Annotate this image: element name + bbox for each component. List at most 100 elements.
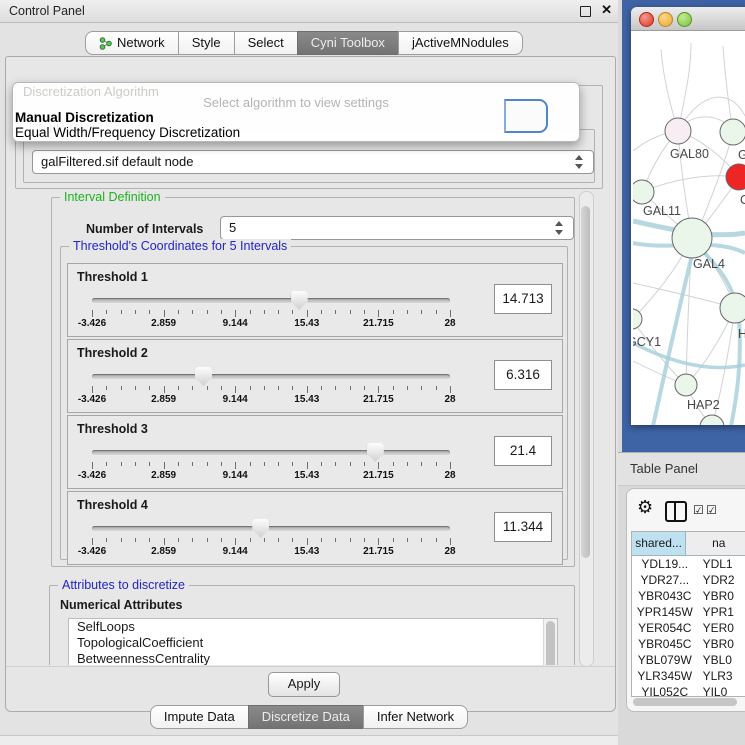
- threshold-value-field[interactable]: 21.4: [494, 436, 552, 466]
- table-header-row: shared... na: [632, 532, 745, 556]
- slider-track[interactable]: [92, 450, 450, 455]
- network-node[interactable]: [675, 374, 697, 396]
- slider-thumb[interactable]: [291, 291, 308, 310]
- network-window-titlebar[interactable]: [631, 7, 745, 31]
- slider-tick: [149, 538, 150, 542]
- threshold-value-field[interactable]: 14.713: [494, 284, 552, 314]
- slider-thumb[interactable]: [367, 443, 384, 462]
- attribute-item[interactable]: TopologicalCoefficient: [69, 635, 557, 651]
- cell-name: YPR1: [699, 604, 745, 620]
- close-panel-button[interactable]: ✕: [601, 2, 612, 18]
- network-node[interactable]: [720, 119, 745, 145]
- threshold-value-field[interactable]: 6.316: [494, 360, 552, 390]
- tab-label: Discretize Data: [262, 706, 350, 728]
- network-node[interactable]: [633, 309, 642, 329]
- network-node[interactable]: [726, 164, 745, 190]
- float-window-button[interactable]: [580, 6, 591, 17]
- checked-box-icon[interactable]: ☑: [706, 503, 717, 517]
- slider-tick: [393, 462, 394, 466]
- number-of-intervals-spinner[interactable]: 5: [220, 216, 574, 240]
- gear-icon[interactable]: ⚙: [637, 497, 653, 518]
- threshold-slider[interactable]: -3.4262.8599.14415.4321.71528: [92, 522, 450, 556]
- tab-network[interactable]: Network: [85, 31, 179, 55]
- tab-impute-data[interactable]: Impute Data: [150, 705, 249, 729]
- slider-tick: [192, 386, 193, 390]
- slider-tick: [407, 462, 408, 466]
- slider-track[interactable]: [92, 298, 450, 303]
- split-columns-icon[interactable]: [665, 501, 687, 522]
- cell-shared-name: YIL052C: [632, 684, 699, 697]
- slider-tick: [450, 310, 451, 317]
- slider-tick: [250, 538, 251, 542]
- threshold-value-field[interactable]: 11.344: [494, 512, 552, 542]
- table-row[interactable]: YBR045CYBR0: [632, 636, 745, 652]
- table-row[interactable]: YER054CYER0: [632, 620, 745, 636]
- table-row[interactable]: YDL19...YDL1: [632, 556, 745, 572]
- network-edge[interactable]: [633, 321, 686, 385]
- tab-jactivemnodules[interactable]: jActiveMNodules: [398, 31, 523, 55]
- table-data-combobox[interactable]: galFiltered.sif default node: [32, 150, 594, 174]
- table-row[interactable]: YLR345WYLR3: [632, 668, 745, 684]
- slider-tick: [92, 462, 93, 469]
- algorithm-option-equal-width[interactable]: Equal Width/Frequency Discretization: [15, 125, 240, 140]
- table-row[interactable]: YIL052CYIL0: [632, 684, 745, 697]
- slider-track[interactable]: [92, 526, 450, 531]
- threshold-label: Threshold 4: [77, 498, 148, 512]
- column-header-shared-name[interactable]: shared...: [632, 532, 686, 555]
- threshold-panel: Threshold 1-3.4262.8599.14415.4321.71528…: [67, 263, 563, 337]
- slider-track[interactable]: [92, 374, 450, 379]
- threshold-slider[interactable]: -3.4262.8599.14415.4321.71528: [92, 294, 450, 328]
- table-row[interactable]: YBR043CYBR0: [632, 588, 745, 604]
- tab-discretize-data[interactable]: Discretize Data: [248, 705, 364, 729]
- slider-tick: [421, 386, 422, 390]
- slider-tick-label: 28: [444, 546, 455, 557]
- table-row[interactable]: YPR145WYPR1: [632, 604, 745, 620]
- slider-thumb[interactable]: [252, 519, 269, 538]
- node-table: shared... na YDL19...YDL1YDR27...YDR2YBR…: [631, 531, 745, 697]
- threshold-label: Threshold 2: [77, 346, 148, 360]
- slider-tick: [207, 386, 208, 390]
- settings-scrollbar-thumb[interactable]: [581, 206, 590, 558]
- table-panel-card: ⚙ ☑ ☑ shared... na YDL19...YDL1YDR27...Y…: [626, 488, 745, 712]
- tab-cyni-toolbox[interactable]: Cyni Toolbox: [297, 31, 399, 55]
- slider-tick-label: 2.859: [151, 394, 176, 405]
- horizontal-scrollbar-thumb[interactable]: [633, 698, 737, 706]
- slider-tick: [106, 310, 107, 314]
- tab-select[interactable]: Select: [234, 31, 298, 55]
- algorithm-option-manual[interactable]: Manual Discretization: [15, 110, 154, 125]
- network-canvas-svg[interactable]: GAL80GACGAL11GAL4GCY1HAHAP2: [633, 31, 745, 425]
- list-scrollbar[interactable]: [543, 619, 557, 665]
- tab-infer-network[interactable]: Infer Network: [363, 705, 468, 729]
- attributes-listbox[interactable]: SelfLoopsTopologicalCoefficientBetweenne…: [68, 618, 558, 665]
- cell-shared-name: YDR27...: [632, 572, 699, 588]
- slider-tick: [321, 462, 322, 466]
- table-row[interactable]: YDR27...YDR2: [632, 572, 745, 588]
- close-window-button[interactable]: [639, 12, 654, 27]
- threshold-slider[interactable]: -3.4262.8599.14415.4321.71528: [92, 446, 450, 480]
- minimize-window-button[interactable]: [658, 12, 673, 27]
- panel-footer-area: [0, 736, 618, 745]
- threshold-slider[interactable]: -3.4262.8599.14415.4321.71528: [92, 370, 450, 404]
- zoom-window-button[interactable]: [677, 12, 692, 27]
- table-row[interactable]: YBL079WYBL0: [632, 652, 745, 668]
- attribute-item[interactable]: SelfLoops: [69, 619, 557, 635]
- apply-button[interactable]: Apply: [268, 672, 340, 697]
- slider-tick-label: 15.43: [294, 470, 319, 481]
- column-header-name[interactable]: na: [686, 532, 745, 555]
- slider-thumb[interactable]: [195, 367, 212, 386]
- algorithm-placeholder-option[interactable]: Select algorithm to view settings: [13, 95, 579, 110]
- network-node[interactable]: [633, 180, 654, 204]
- checked-box-icon[interactable]: ☑: [693, 503, 704, 517]
- tab-style[interactable]: Style: [178, 31, 235, 55]
- network-node[interactable]: [665, 118, 691, 144]
- network-node[interactable]: [720, 293, 745, 323]
- slider-tick: [321, 538, 322, 542]
- network-canvas[interactable]: GAL80GACGAL11GAL4GCY1HAHAP2: [633, 31, 745, 425]
- network-edge[interactable]: [642, 176, 739, 192]
- threshold-label: Threshold 3: [77, 422, 148, 436]
- attribute-item[interactable]: BetweennessCentrality: [69, 651, 557, 665]
- slider-tick: [364, 386, 365, 390]
- network-node[interactable]: [672, 218, 712, 258]
- settings-scrollbar[interactable]: [579, 191, 594, 667]
- list-scrollbar-thumb[interactable]: [546, 621, 555, 665]
